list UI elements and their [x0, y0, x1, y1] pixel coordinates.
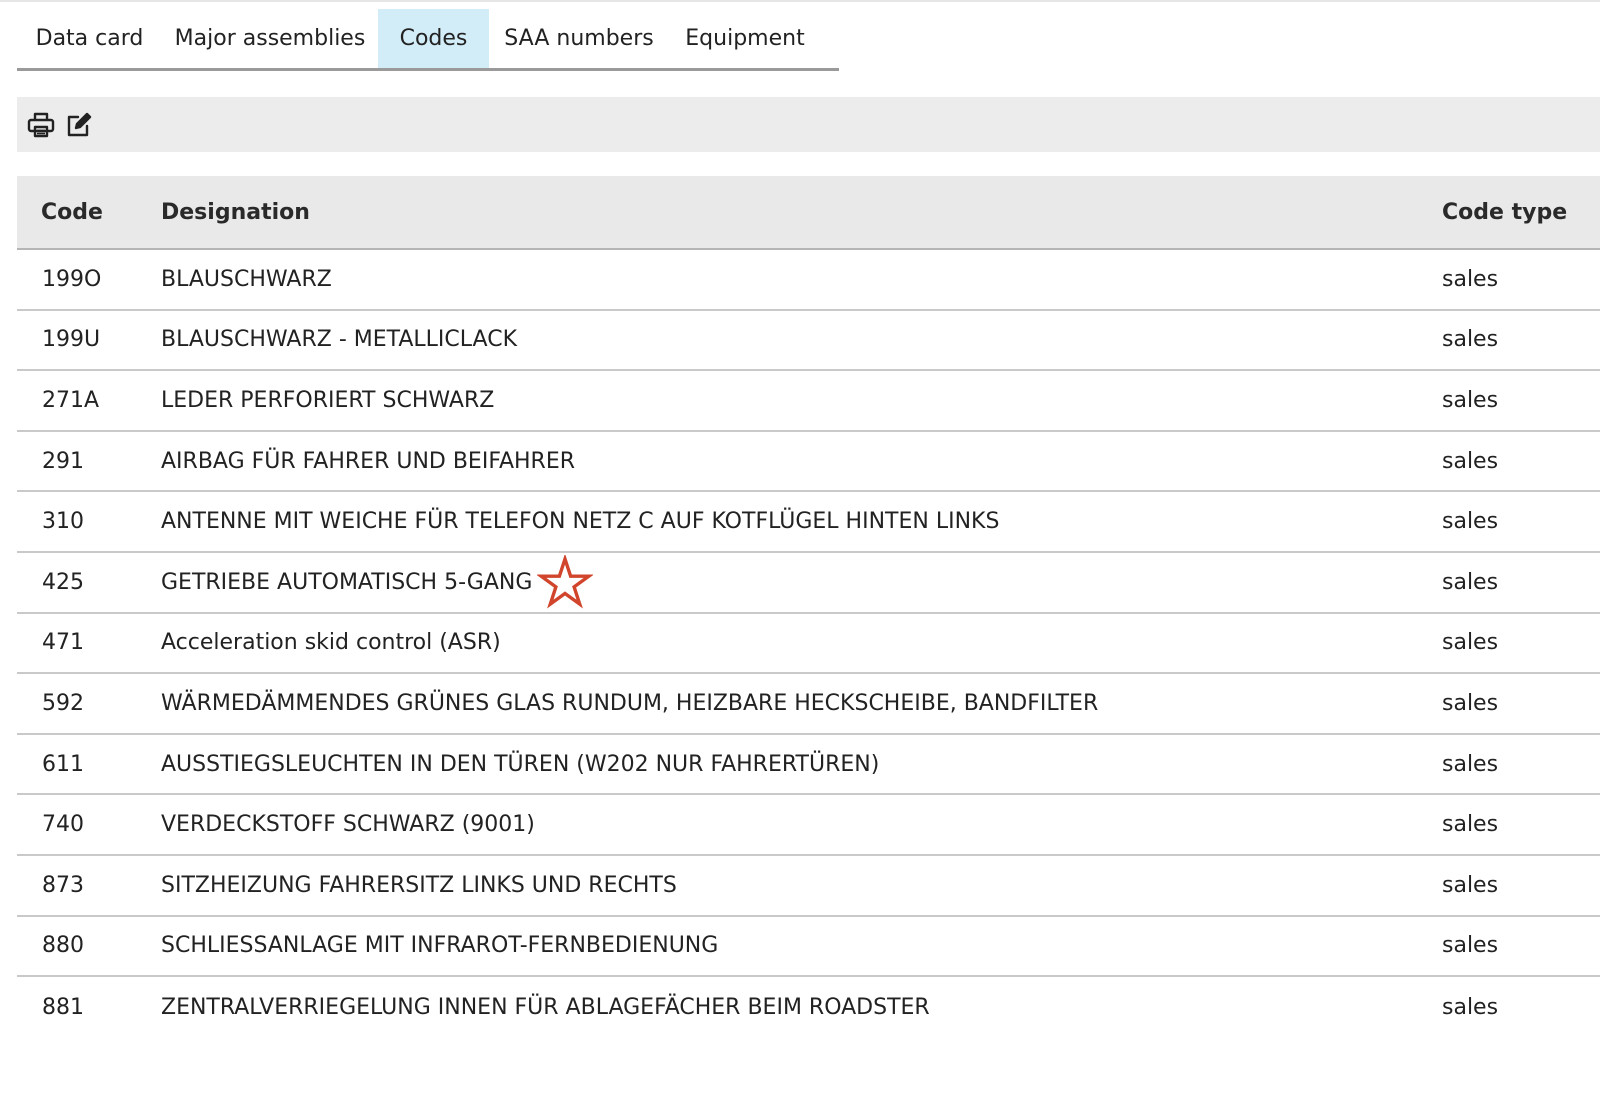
code-type-cell: sales — [1442, 630, 1499, 656]
code-cell: 880 — [42, 933, 84, 959]
code-cell: 471 — [42, 630, 84, 656]
code-cell: 271A — [42, 387, 100, 413]
table-row[interactable]: 592 WÄRMEDÄMMENDES GRÜNES GLAS RUNDUM, H… — [17, 674, 1600, 735]
code-cell: 592 — [42, 690, 84, 716]
designation-cell: AUSSTIEGSLEUCHTEN IN DEN TÜREN (W202 NUR… — [161, 751, 880, 777]
designation-cell: Acceleration skid control (ASR) — [161, 630, 501, 656]
designation-cell: BLAUSCHWARZ — [161, 266, 332, 292]
table-row[interactable]: 271A LEDER PERFORIERT SCHWARZ sales — [17, 371, 1600, 432]
table-row[interactable]: 471 Acceleration skid control (ASR) sale… — [17, 614, 1600, 675]
code-cell: 873 — [42, 872, 84, 898]
tab-codes[interactable]: Codes — [378, 9, 489, 68]
column-header-code[interactable]: Code — [41, 176, 103, 248]
code-type-cell: sales — [1442, 872, 1499, 898]
table-header: Code Designation Code type — [17, 176, 1600, 250]
table-row[interactable]: 740 VERDECKSTOFF SCHWARZ (9001) sales — [17, 795, 1600, 856]
tab-major-assemblies[interactable]: Major assemblies — [162, 9, 378, 68]
designation-cell: AIRBAG FÜR FAHRER UND BEIFAHRER — [161, 448, 576, 474]
designation-cell: ZENTRALVERRIEGELUNG INNEN FÜR ABLAGEFÄCH… — [161, 994, 930, 1020]
code-cell: 740 — [42, 812, 84, 838]
table-row[interactable]: 425 GETRIEBE AUTOMATISCH 5-GANG sales — [17, 553, 1600, 614]
table-row[interactable]: 291 AIRBAG FÜR FAHRER UND BEIFAHRER sale… — [17, 432, 1600, 493]
table-row[interactable]: 611 AUSSTIEGSLEUCHTEN IN DEN TÜREN (W202… — [17, 735, 1600, 796]
top-divider — [0, 0, 1600, 2]
code-cell: 291 — [42, 448, 84, 474]
designation-cell: GETRIEBE AUTOMATISCH 5-GANG — [161, 569, 533, 595]
code-type-cell: sales — [1442, 266, 1499, 292]
designation-cell: BLAUSCHWARZ - METALLICLACK — [161, 327, 517, 353]
table-row[interactable]: 881 ZENTRALVERRIEGELUNG INNEN FÜR ABLAGE… — [17, 977, 1600, 1038]
edit-icon[interactable] — [64, 110, 94, 140]
toolbar — [17, 97, 1600, 152]
star-icon[interactable] — [537, 554, 593, 611]
table-row[interactable]: 873 SITZHEIZUNG FAHRERSITZ LINKS UND REC… — [17, 856, 1600, 917]
code-cell: 881 — [42, 994, 84, 1020]
designation-cell: SITZHEIZUNG FAHRERSITZ LINKS UND RECHTS — [161, 872, 677, 898]
code-type-cell: sales — [1442, 327, 1499, 353]
tab-equipment[interactable]: Equipment — [669, 9, 821, 68]
printer-icon[interactable] — [26, 110, 56, 140]
code-type-cell: sales — [1442, 448, 1499, 474]
designation-cell: SCHLIESSANLAGE MIT INFRAROT-FERNBEDIENUN… — [161, 933, 719, 959]
code-type-cell: sales — [1442, 690, 1499, 716]
code-type-cell: sales — [1442, 569, 1499, 595]
designation-cell: WÄRMEDÄMMENDES GRÜNES GLAS RUNDUM, HEIZB… — [161, 690, 1099, 716]
table-row[interactable]: 199O BLAUSCHWARZ sales — [17, 250, 1600, 311]
designation-cell: LEDER PERFORIERT SCHWARZ — [161, 387, 495, 413]
code-type-cell: sales — [1442, 387, 1499, 413]
tab-data-card[interactable]: Data card — [17, 9, 162, 68]
column-header-designation[interactable]: Designation — [161, 176, 310, 248]
code-type-cell: sales — [1442, 751, 1499, 777]
code-cell: 199O — [42, 266, 102, 292]
code-cell: 425 — [42, 569, 84, 595]
code-type-cell: sales — [1442, 812, 1499, 838]
table-row[interactable]: 199U BLAUSCHWARZ - METALLICLACK sales — [17, 311, 1600, 372]
table-row[interactable]: 880 SCHLIESSANLAGE MIT INFRAROT-FERNBEDI… — [17, 917, 1600, 978]
codes-table: 199O BLAUSCHWARZ sales 199U BLAUSCHWARZ … — [17, 250, 1600, 1038]
designation-cell: VERDECKSTOFF SCHWARZ (9001) — [161, 812, 535, 838]
tab-saa-numbers[interactable]: SAA numbers — [489, 9, 669, 68]
code-cell: 310 — [42, 509, 84, 535]
table-row[interactable]: 310 ANTENNE MIT WEICHE FÜR TELEFON NETZ … — [17, 492, 1600, 553]
code-type-cell: sales — [1442, 509, 1499, 535]
code-type-cell: sales — [1442, 994, 1499, 1020]
column-header-code-type[interactable]: Code type — [1442, 176, 1567, 248]
code-type-cell: sales — [1442, 933, 1499, 959]
tab-bar: Data card Major assemblies Codes SAA num… — [17, 9, 839, 71]
code-cell: 611 — [42, 751, 84, 777]
code-cell: 199U — [42, 327, 101, 353]
designation-cell: ANTENNE MIT WEICHE FÜR TELEFON NETZ C AU… — [161, 509, 1000, 535]
